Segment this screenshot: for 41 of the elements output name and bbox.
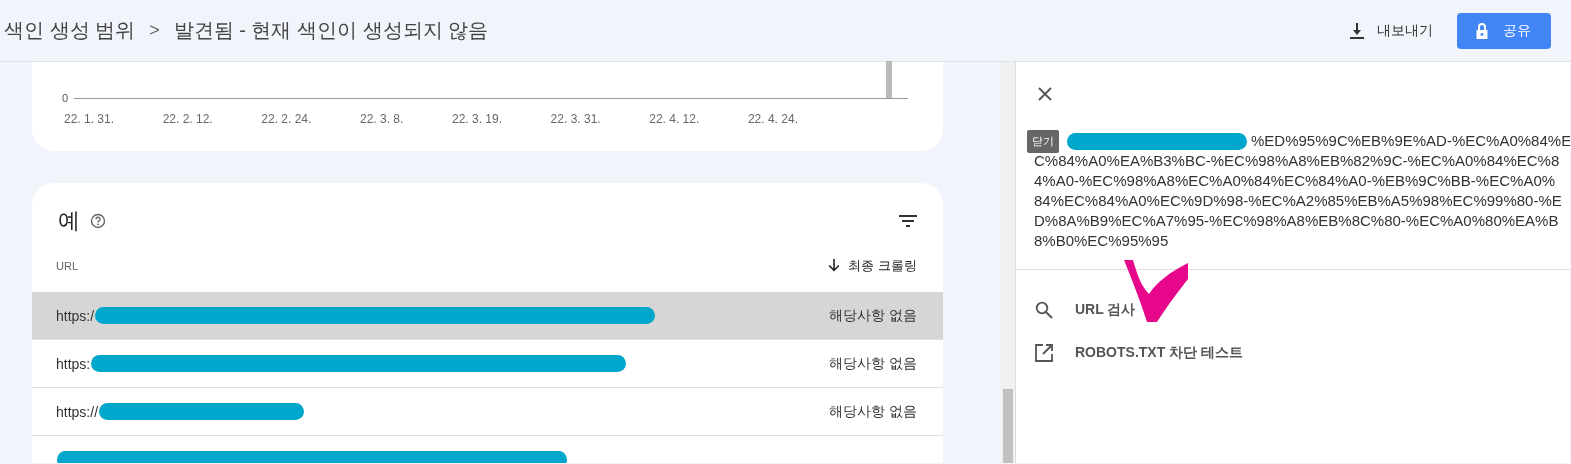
axis-tick-label: 22. 3. 19. <box>451 112 502 126</box>
section-title: 예 <box>58 207 80 235</box>
url-text: https: <box>56 355 91 372</box>
page-title: 발견됨 - 현재 색인이 생성되지 않음 <box>173 18 489 43</box>
scrollbar[interactable] <box>1001 62 1015 463</box>
column-header: URL <box>56 259 78 272</box>
table-row[interactable]: https:/ 해당사항 없음 <box>32 292 943 340</box>
axis-tick-label: 22. 4. 24. <box>747 112 798 126</box>
external-link-icon <box>1035 343 1053 362</box>
axis-tick-label: 22. 2. 12. <box>162 112 213 126</box>
close-icon[interactable] <box>1038 87 1052 101</box>
url-text: https:// <box>56 403 99 420</box>
table-row[interactable]: https:// 해당사항 없음 <box>32 388 943 436</box>
chart-bar <box>886 61 892 98</box>
menu-item[interactable]: URL 검사 <box>1016 288 1136 331</box>
filter-icon[interactable] <box>899 215 917 227</box>
tooltip: 닫기 <box>1027 129 1059 153</box>
breadcrumb-item[interactable]: 색인 생성 범위 <box>4 17 136 44</box>
lock-icon <box>1475 21 1489 40</box>
url-text: https:/ <box>56 307 95 324</box>
column-header[interactable]: 최종 크롤링 <box>828 256 917 275</box>
table-cell: 해당사항 없음 <box>829 402 917 421</box>
axis-tick-label: 22. 3. 8. <box>359 112 404 126</box>
arrow-down-icon <box>828 259 841 272</box>
table-cell: 해당사항 없음 <box>829 354 917 373</box>
url-text: %ED%95%9C%EB%9E%AD-%EC%A0%84%E <box>1251 131 1570 151</box>
axis-tick-label: 22. 1. 31. <box>64 112 115 126</box>
breadcrumb-separator: > <box>149 20 160 41</box>
axis-tick-label: 22. 2. 24. <box>261 112 312 126</box>
search-icon <box>1035 300 1053 319</box>
download-icon <box>1349 21 1365 40</box>
axis-tick-label: 22. 4. 12. <box>649 112 700 126</box>
share-button[interactable]: 공유 <box>1457 12 1551 49</box>
menu-item[interactable]: ROBOTS.TXT 차단 테스트 <box>1016 331 1243 374</box>
table-row[interactable]: https: 해당사항 없음 <box>32 340 943 388</box>
url-text: C%84%A0%EA%B3%BC-%EC%98%A8%EB%82%9C-%EC%A0%84%EC%84%A0-%EC%98%A8%EC%A0%84%EC%84%A0-%EB%9C%BB-%EC%A0%84%EC%84%A0%EC%9D%98-%EC%A2%85%EB%A5%98%EC%99%80-%ED%8A%B9%EC%A7%95-%EC%98%A8%EB%8C%80-%EC%A0%80%EA%B8%B0%EC%95%95 <box>1034 151 1562 251</box>
export-button[interactable]: 내보내기 <box>1341 13 1441 48</box>
table-cell: 해당사항 없음 <box>829 306 917 325</box>
axis-tick-label: 0 <box>62 93 69 104</box>
help-icon[interactable] <box>90 213 106 229</box>
axis-tick-label: 22. 3. 31. <box>550 112 601 126</box>
